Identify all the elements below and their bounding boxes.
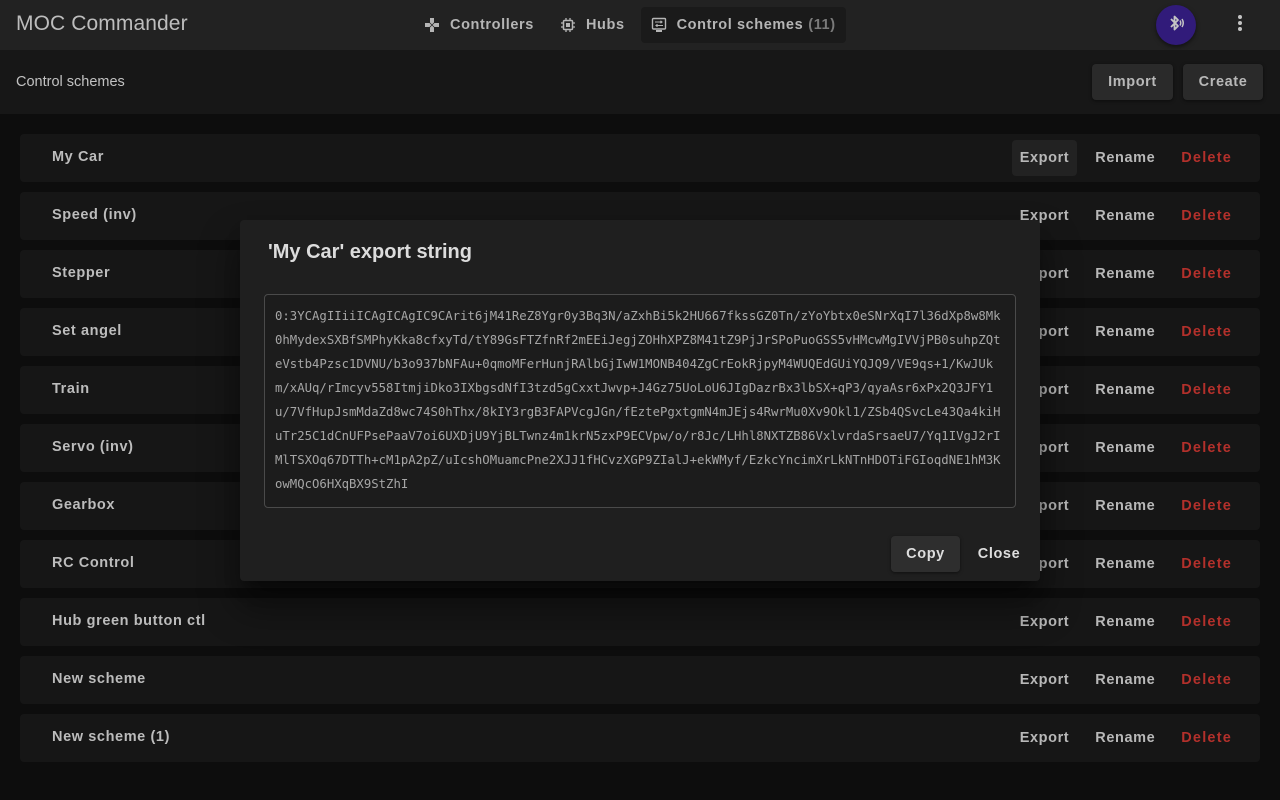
delete-button[interactable]: Delete [1173, 720, 1240, 756]
nav-tab-control-schemes[interactable]: Control schemes (11) [640, 7, 846, 43]
import-button[interactable]: Import [1092, 64, 1173, 100]
scheme-name: Gearbox [52, 497, 116, 513]
scheme-actions: Export Rename Delete [1010, 720, 1240, 756]
control-scheme-icon [651, 17, 667, 33]
nav-label: Controllers [450, 17, 534, 33]
scheme-row: New scheme (1) Export Rename Delete [20, 714, 1260, 762]
delete-button[interactable]: Delete [1173, 256, 1240, 292]
scheme-name: New scheme (1) [52, 729, 170, 745]
scheme-name: RC Control [52, 555, 135, 571]
create-button[interactable]: Create [1183, 64, 1263, 100]
nav-tab-hubs[interactable]: Hubs [550, 7, 635, 43]
scheme-actions: Export Rename Delete [1010, 314, 1240, 350]
scheme-actions: Export Rename Delete [1010, 488, 1240, 524]
rename-button[interactable]: Rename [1087, 488, 1163, 524]
scheme-row: Hub green button ctl Export Rename Delet… [20, 598, 1260, 646]
scheme-name: Speed (inv) [52, 207, 137, 223]
scheme-name: Servo (inv) [52, 439, 134, 455]
more-menu-button[interactable] [1225, 10, 1255, 40]
scheme-row: New scheme Export Rename Delete [20, 656, 1260, 704]
rename-button[interactable]: Rename [1087, 140, 1163, 176]
export-button[interactable]: Export [1012, 720, 1078, 756]
chip-icon [560, 17, 576, 33]
app-bar: MOC Commander Controllers Hubs Control s… [0, 0, 1280, 50]
scheme-actions: Export Rename Delete [1010, 604, 1240, 640]
scheme-actions: Export Rename Delete [1010, 372, 1240, 408]
bluetooth-searching-icon [1166, 13, 1186, 38]
rename-button[interactable]: Rename [1087, 604, 1163, 640]
export-button[interactable]: Export [1012, 604, 1078, 640]
dialog-title: 'My Car' export string [268, 241, 472, 263]
scheme-name: Hub green button ctl [52, 613, 206, 629]
delete-button[interactable]: Delete [1173, 198, 1240, 234]
export-button[interactable]: Export [1011, 140, 1078, 176]
rename-button[interactable]: Rename [1087, 430, 1163, 466]
delete-button[interactable]: Delete [1173, 314, 1240, 350]
copy-button[interactable]: Copy [891, 536, 960, 572]
scheme-count-badge: (11) [808, 17, 836, 33]
scheme-actions: Export Rename Delete [1010, 662, 1240, 698]
delete-button[interactable]: Delete [1173, 372, 1240, 408]
scheme-row: My Car Export Rename Delete [20, 134, 1260, 182]
delete-button[interactable]: Delete [1173, 662, 1240, 698]
scheme-name: Train [52, 381, 90, 397]
page-toolbar: Control schemes Import Create [0, 50, 1280, 114]
delete-button[interactable]: Delete [1173, 140, 1240, 176]
scheme-actions: Export Rename Delete [1010, 256, 1240, 292]
scheme-actions: Export Rename Delete [1010, 430, 1240, 466]
scheme-name: Set angel [52, 323, 122, 339]
scheme-name: New scheme [52, 671, 146, 687]
app-title: MOC Commander [16, 12, 188, 35]
delete-button[interactable]: Delete [1173, 488, 1240, 524]
scheme-actions: Export Rename Delete [1010, 546, 1240, 582]
more-vert-icon [1237, 14, 1243, 37]
nav-label: Control schemes [676, 17, 804, 33]
nav-tab-controllers[interactable]: Controllers [414, 7, 544, 43]
export-button[interactable]: Export [1012, 662, 1078, 698]
delete-button[interactable]: Delete [1173, 546, 1240, 582]
rename-button[interactable]: Rename [1087, 720, 1163, 756]
scheme-actions: Export Rename Delete [1010, 140, 1240, 176]
rename-button[interactable]: Rename [1087, 546, 1163, 582]
scheme-name: My Car [52, 149, 104, 165]
rename-button[interactable]: Rename [1087, 256, 1163, 292]
export-string-field[interactable]: 0:3YCAgIIiiICAgICAgIC9CArit6jM41ReZ8Ygr0… [264, 294, 1016, 508]
page-title: Control schemes [16, 74, 125, 90]
rename-button[interactable]: Rename [1087, 662, 1163, 698]
main-nav: Controllers Hubs Control schemes (11) [414, 7, 852, 43]
gamepad-icon [424, 17, 440, 33]
bluetooth-button[interactable] [1156, 5, 1196, 45]
rename-button[interactable]: Rename [1087, 314, 1163, 350]
close-button[interactable]: Close [968, 536, 1030, 572]
delete-button[interactable]: Delete [1173, 430, 1240, 466]
delete-button[interactable]: Delete [1173, 604, 1240, 640]
scheme-actions: Export Rename Delete [1010, 198, 1240, 234]
scheme-name: Stepper [52, 265, 111, 281]
rename-button[interactable]: Rename [1087, 372, 1163, 408]
export-dialog: 'My Car' export string 0:3YCAgIIiiICAgIC… [240, 220, 1040, 581]
rename-button[interactable]: Rename [1087, 198, 1163, 234]
nav-label: Hubs [585, 17, 625, 33]
